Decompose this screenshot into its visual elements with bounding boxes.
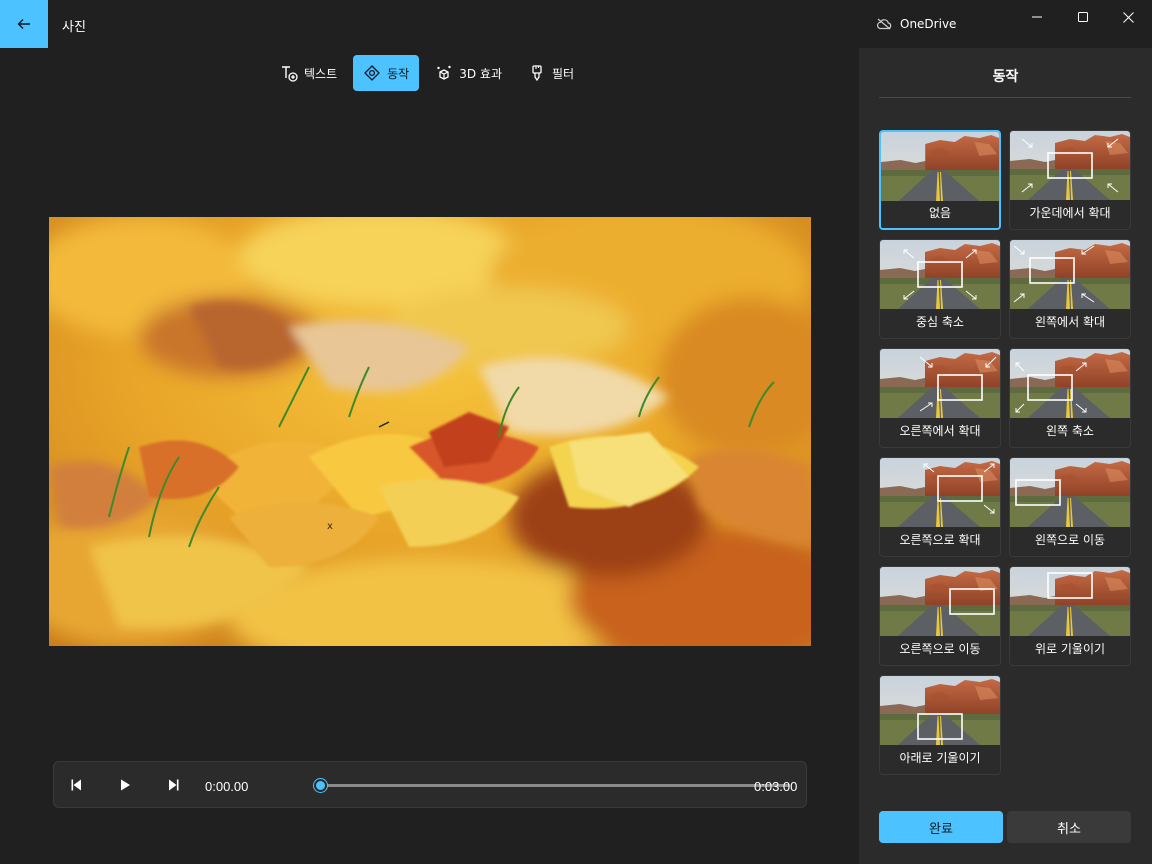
motion-option-zoom-out-center[interactable]: 중심 축소 [879, 239, 1001, 339]
onedrive-label: OneDrive [900, 17, 957, 31]
motion-label: 없음 [928, 206, 952, 220]
previous-frame-button[interactable] [64, 772, 90, 798]
panel-title: 동작 [992, 69, 1019, 85]
filter-brush-icon [532, 65, 542, 82]
play-button[interactable] [112, 772, 138, 798]
close-button[interactable] [1105, 0, 1151, 34]
motion-label: 가운데에서 확대 [1029, 206, 1111, 220]
panel-divider [879, 97, 1131, 98]
motion-label: 오른쪽으로 이동 [899, 642, 981, 656]
effects-3d-icon [437, 65, 451, 80]
motion-label: 아래로 기울이기 [899, 751, 981, 765]
next-frame-button[interactable] [160, 772, 186, 798]
done-button[interactable]: 완료 [879, 811, 1003, 843]
motion-option-pan-left[interactable]: 왼쪽으로 이동 [1009, 457, 1131, 557]
current-time: 0:00.00 [205, 779, 249, 794]
maximize-button[interactable] [1060, 0, 1106, 34]
motion-thumbnail [880, 349, 1000, 418]
motion-label: 왼쪽에서 확대 [1034, 315, 1106, 329]
cancel-button[interactable]: 취소 [1007, 811, 1131, 843]
cloud-offline-icon [876, 18, 892, 30]
playback-bar: 0:00.00 0:03.00 [53, 761, 807, 808]
motion-thumbnail [881, 132, 999, 201]
motion-thumbnail [1010, 458, 1130, 527]
total-time: 0:03.00 [754, 779, 798, 794]
motion-thumbnail [1010, 567, 1130, 636]
minimize-icon [1032, 16, 1042, 18]
title-bar: 사진 OneDrive [0, 0, 1152, 48]
motion-thumbnail [880, 458, 1000, 527]
motion-option-zoom-in-right[interactable]: 오른쪽에서 확대 [879, 348, 1001, 448]
motion-option-pan-right[interactable]: 오른쪽으로 이동 [879, 566, 1001, 666]
tab-text-label: 텍스트 [304, 66, 338, 81]
motion-icon [364, 65, 381, 81]
motion-label: 왼쪽으로 이동 [1034, 533, 1106, 547]
skip-forward-icon [169, 779, 179, 791]
motion-option-zoom-in-center[interactable]: 가운데에서 확대 [1009, 130, 1131, 230]
motion-option-zoom-in-left[interactable]: 왼쪽에서 확대 [1009, 239, 1131, 339]
play-icon [121, 779, 130, 791]
autumn-leaves-image: x [49, 217, 811, 646]
app-title: 사진 [62, 20, 86, 35]
tab-motion-label: 동작 [387, 66, 410, 81]
motion-label: 중심 축소 [916, 315, 964, 329]
motion-thumbnail [1010, 349, 1130, 418]
text-add-icon [282, 66, 298, 82]
skip-back-icon [71, 779, 81, 791]
motion-option-tilt-up[interactable]: 위로 기울이기 [1009, 566, 1131, 666]
motion-thumbnail [1010, 131, 1130, 200]
motion-thumbnail [880, 676, 1000, 745]
motion-thumbnail [1010, 240, 1130, 309]
minimize-button[interactable] [1014, 0, 1060, 34]
motion-option-zoom-out-right[interactable]: 오른쪽으로 확대 [879, 457, 1001, 557]
edit-toolbar: 텍스트 동작 3D 효과 필터 [270, 55, 584, 91]
tab-filter-label: 필터 [552, 66, 575, 81]
maximize-icon [1078, 12, 1088, 22]
tab-3d-effects-label: 3D 효과 [459, 66, 502, 81]
tab-filter[interactable]: 필터 [518, 55, 584, 91]
motion-option-zoom-out-left[interactable]: 왼쪽 축소 [1009, 348, 1131, 448]
motion-thumbnail [880, 240, 1000, 309]
back-button[interactable] [0, 0, 48, 48]
motion-option-none[interactable]: 없음 [879, 130, 1001, 230]
motion-label: 왼쪽 축소 [1046, 424, 1094, 438]
motion-label: 위로 기울이기 [1034, 642, 1106, 656]
motion-panel: 동작 없음 가운데에서 확대 중심 축소 왼쪽에서 확대 오른쪽에서 확대 왼쪽… [859, 48, 1152, 864]
seek-thumb[interactable] [313, 779, 327, 792]
close-icon [1122, 11, 1134, 23]
motion-option-tilt-down[interactable]: 아래로 기울이기 [879, 675, 1001, 775]
tab-text[interactable]: 텍스트 [270, 55, 347, 91]
tab-3d-effects[interactable]: 3D 효과 [425, 55, 512, 91]
motion-label: 오른쪽에서 확대 [899, 424, 981, 438]
motion-thumbnail [880, 567, 1000, 636]
svg-text:x: x [327, 521, 333, 532]
motion-label: 오른쪽으로 확대 [899, 533, 981, 547]
arrow-left-icon [17, 19, 30, 29]
tab-motion[interactable]: 동작 [353, 55, 420, 91]
onedrive-status[interactable]: OneDrive [876, 17, 956, 31]
photo-preview: x [49, 217, 811, 646]
seek-track[interactable] [320, 784, 790, 787]
